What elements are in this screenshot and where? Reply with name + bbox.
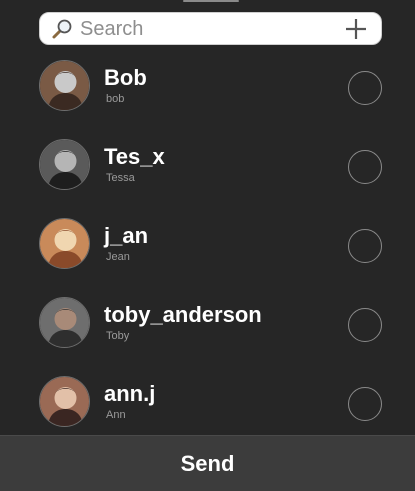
contact-row[interactable]: ann.j Ann [0,364,415,435]
send-button[interactable]: Send [0,435,415,491]
avatar [39,376,90,427]
select-radio[interactable] [348,308,382,342]
contact-display-name: Toby [106,330,130,342]
contact-username: j_an [104,223,149,248]
contact-row[interactable]: Bob bob [0,48,415,127]
select-radio[interactable] [348,229,382,263]
contact-row[interactable]: Tes_x Tessa [0,127,415,206]
contact-username: toby_anderson [104,302,262,327]
send-button-label: Send [180,450,235,476]
contact-row[interactable]: toby_anderson Toby [0,285,415,364]
contact-display-name: bob [106,93,125,105]
select-radio[interactable] [348,71,382,105]
share-sheet: Bob bob Tes_x Tessa j_an Jean toby_anderson Tob… [0,0,415,491]
contact-row[interactable]: j_an Jean [0,206,415,285]
contact-display-name: Tessa [106,172,135,184]
avatar [39,139,90,190]
drag-handle[interactable] [183,0,239,2]
contact-username: Tes_x [104,144,165,169]
avatar [39,297,90,348]
select-radio[interactable] [348,150,382,184]
contact-username: ann.j [104,381,156,406]
select-radio[interactable] [348,387,382,421]
contact-username: Bob [104,65,147,90]
avatar [39,60,90,111]
contact-display-name: Ann [106,409,126,421]
contact-list: Bob bob Tes_x Tessa j_an Jean toby_anderson Tob… [0,48,415,435]
avatar [39,218,90,269]
search-bar [39,12,382,45]
search-input[interactable] [80,15,330,43]
search-icon [51,18,73,40]
plus-icon[interactable] [345,18,367,40]
contact-display-name: Jean [106,251,130,263]
